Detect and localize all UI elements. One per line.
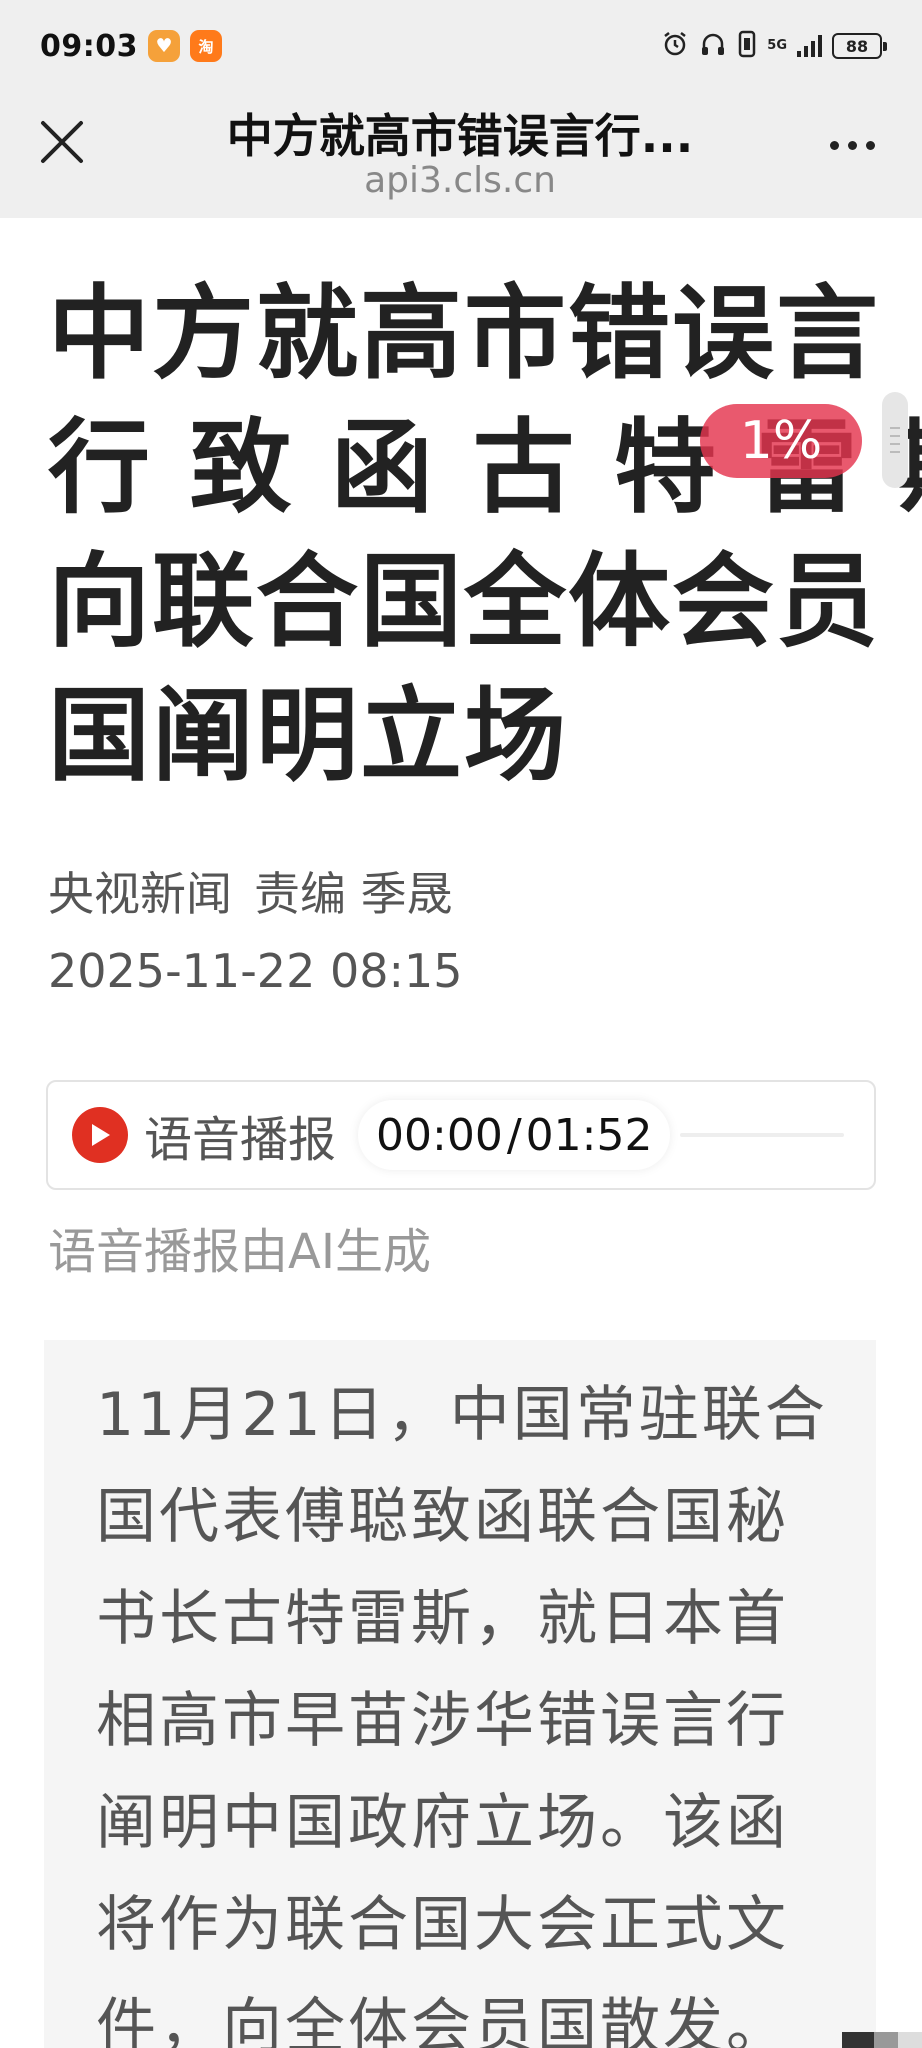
summary-line: 国代表傅聪致函联合国秘	[96, 1482, 789, 1552]
page-title: 中方就高市错误言行...	[226, 109, 694, 163]
browser-title-bar: 中方就高市错误言行... api3.cls.cn	[0, 92, 922, 218]
summary-line: 将作为联合国大会正式文	[96, 1890, 789, 1960]
audio-time-display: 00:00 / 01:52	[358, 1100, 671, 1170]
phone-status-icon	[737, 30, 757, 63]
network-type: 5G	[767, 38, 787, 53]
audio-current-time: 00:00	[376, 1109, 503, 1161]
scrollbar-handle[interactable]	[882, 392, 908, 488]
status-indicators: 5G 88	[661, 30, 887, 63]
article-datetime: 2025-11-22 08:15	[48, 944, 463, 998]
summary-line: 阐明中国政府立场。该函	[96, 1788, 789, 1858]
summary-line: 11月21日，中国常驻联合	[96, 1380, 828, 1450]
article-byline: 央视新闻 责编 季晟	[48, 858, 453, 924]
audio-duration: 01:52	[525, 1109, 653, 1161]
headphones-icon	[699, 30, 727, 63]
more-dot	[847, 140, 857, 150]
audio-progress-track[interactable]	[680, 1133, 844, 1137]
page-url: api3.cls.cn	[364, 160, 556, 201]
watermark-thumbnail	[842, 2032, 922, 2048]
article-headline: 中方就高市错误言 行 致 函 古 特 雷 斯 向联合国全体会员 国阐明立场	[48, 268, 922, 804]
headline-line: 国阐明立场	[48, 677, 568, 796]
close-button[interactable]	[32, 112, 92, 172]
headline-line: 中方就高市错误言	[48, 275, 880, 394]
battery-indicator: 88	[832, 33, 887, 59]
reading-progress-badge[interactable]: 1%	[700, 404, 862, 478]
article-screen: 09:03 ♥ 淘 5G 88 中方就高市错误言行... api3.cls.cn	[0, 0, 922, 2048]
summary-line: 书长古特雷斯，就日本首	[96, 1584, 789, 1654]
status-time: 09:03	[40, 28, 138, 64]
more-options-button[interactable]	[812, 120, 892, 170]
article-source: 央视新闻	[48, 867, 232, 921]
alarm-icon	[661, 30, 689, 63]
heart-app-icon: ♥	[148, 30, 180, 62]
status-bar: 09:03 ♥ 淘 5G 88	[0, 0, 922, 92]
more-dot	[865, 140, 875, 150]
audio-player: 语音播报 00:00 / 01:52	[46, 1080, 876, 1190]
audio-time-separator: /	[506, 1109, 522, 1161]
headline-line: 向联合国全体会员	[48, 543, 880, 662]
article-editor: 责编 季晟	[254, 867, 453, 921]
summary-text: 11月21日，中国常驻联合 国代表傅聪致函联合国秘 书长古特雷斯，就日本首 相高…	[96, 1364, 856, 2048]
more-dot	[829, 140, 839, 150]
summary-line: 件，向全体会员国散发。	[96, 1992, 789, 2048]
play-icon[interactable]	[72, 1107, 128, 1163]
article-summary-box: 11月21日，中国常驻联合 国代表傅聪致函联合国秘 书长古特雷斯，就日本首 相高…	[44, 1340, 876, 2048]
audio-ai-note: 语音播报由AI生成	[48, 1224, 431, 1280]
summary-line: 相高市早苗涉华错误言行	[96, 1686, 789, 1756]
audio-label: 语音播报	[144, 1112, 337, 1168]
taobao-app-icon: 淘	[190, 30, 222, 62]
close-icon	[41, 121, 83, 163]
signal-icon	[797, 35, 822, 57]
